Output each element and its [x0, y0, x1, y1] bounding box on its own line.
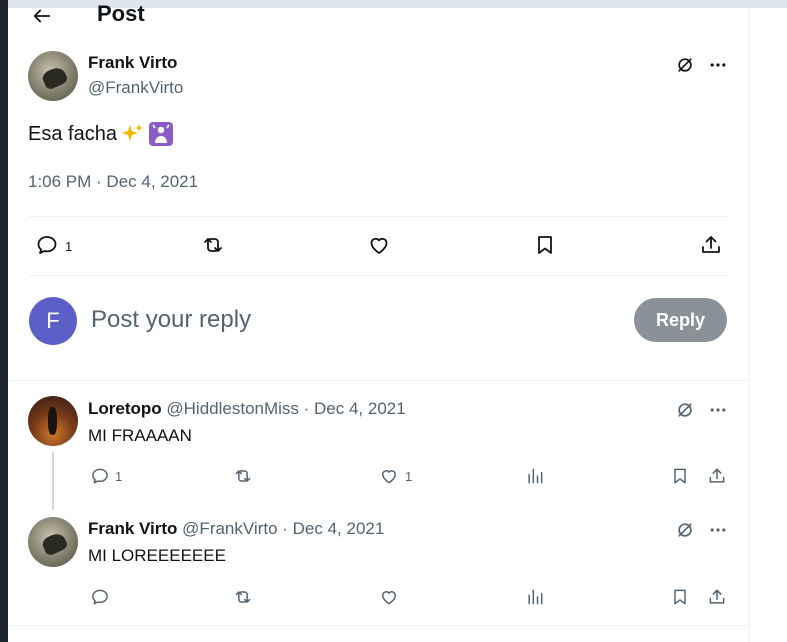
reply-count: 1	[65, 239, 73, 254]
column-divider	[749, 8, 750, 642]
avatar[interactable]	[28, 517, 78, 567]
window-left-edge	[0, 0, 8, 642]
more-button[interactable]	[705, 518, 731, 542]
share-icon	[702, 236, 720, 253]
grok-button[interactable]	[673, 398, 697, 422]
avatar[interactable]	[28, 51, 78, 101]
page-title: Post	[97, 1, 145, 26]
more-icon	[710, 408, 726, 412]
divider	[28, 216, 730, 217]
reply-input[interactable]: Post your reply	[91, 306, 251, 334]
woman-gesturing-emoji	[148, 122, 173, 146]
grok-button[interactable]	[673, 518, 697, 542]
bookmark-icon	[674, 589, 686, 605]
more-icon	[710, 63, 726, 67]
heart-icon	[370, 237, 388, 254]
reply-text: MI FRAAAAN	[88, 426, 192, 445]
bookmark-icon	[538, 236, 552, 254]
reply-button[interactable]: Reply	[634, 298, 727, 342]
reply-header: Loretopo @HiddlestonMiss · Dec 4, 2021	[88, 399, 406, 419]
divider	[28, 275, 730, 276]
reply-icon	[37, 236, 57, 254]
post-text-row: Esa facha	[28, 122, 173, 146]
share-button[interactable]	[697, 231, 725, 259]
bar-chart-icon	[528, 468, 543, 484]
like-button[interactable]	[377, 464, 401, 488]
author-name[interactable]: Frank Virto	[88, 53, 177, 73]
reply-action-button[interactable]	[33, 231, 61, 259]
post-timestamp[interactable]: 1:06 PM · Dec 4, 2021	[28, 172, 198, 192]
reply-action-button[interactable]	[88, 464, 112, 488]
thread-line	[52, 452, 54, 510]
sparkles-emoji	[121, 122, 145, 146]
more-icon	[710, 528, 726, 532]
reply-meta[interactable]: @FrankVirto · Dec 4, 2021	[182, 519, 384, 538]
repost-icon	[204, 238, 222, 252]
reply-count: 1	[115, 469, 123, 484]
reply-text: MI LOREEEEEEE	[88, 546, 226, 565]
reply-icon	[92, 589, 108, 605]
composer-avatar[interactable]: F	[29, 297, 77, 345]
repost-button[interactable]	[231, 585, 255, 609]
repost-button[interactable]	[231, 464, 255, 488]
back-button[interactable]	[28, 2, 56, 30]
reply-header: Frank Virto @FrankVirto · Dec 4, 2021	[88, 519, 384, 539]
share-button[interactable]	[705, 585, 729, 609]
reply-author-name[interactable]: Loretopo	[88, 399, 162, 418]
more-button[interactable]	[705, 398, 731, 422]
grok-icon	[678, 58, 692, 72]
reply-meta[interactable]: @HiddlestonMiss · Dec 4, 2021	[166, 399, 405, 418]
grok-icon	[678, 403, 692, 417]
grok-button[interactable]	[673, 53, 697, 77]
bookmark-button[interactable]	[668, 585, 692, 609]
share-icon	[709, 468, 725, 483]
author-handle[interactable]: @FrankVirto	[88, 78, 183, 98]
bookmark-button[interactable]	[668, 464, 692, 488]
share-icon	[709, 589, 725, 604]
more-button[interactable]	[705, 53, 731, 77]
repost-icon	[235, 591, 251, 603]
like-button[interactable]	[377, 585, 401, 609]
heart-icon	[382, 470, 396, 484]
like-count: 1	[405, 469, 413, 484]
reply-author-name[interactable]: Frank Virto	[88, 519, 177, 538]
share-button[interactable]	[705, 464, 729, 488]
repost-button[interactable]	[199, 231, 227, 259]
composer-avatar-letter: F	[46, 308, 60, 333]
reply-action-button[interactable]	[88, 585, 112, 609]
bookmark-icon	[674, 468, 686, 484]
divider	[8, 625, 749, 626]
like-button[interactable]	[365, 231, 393, 259]
reply-icon	[92, 468, 108, 484]
grok-icon	[678, 523, 692, 537]
divider	[8, 380, 749, 381]
heart-icon	[382, 591, 396, 605]
views-button[interactable]	[523, 585, 547, 609]
post-text: Esa facha	[28, 122, 117, 145]
bookmark-button[interactable]	[531, 231, 559, 259]
repost-icon	[235, 470, 251, 482]
arrow-left-icon	[33, 9, 51, 23]
bar-chart-icon	[528, 589, 543, 605]
views-button[interactable]	[523, 464, 547, 488]
avatar[interactable]	[28, 396, 78, 446]
